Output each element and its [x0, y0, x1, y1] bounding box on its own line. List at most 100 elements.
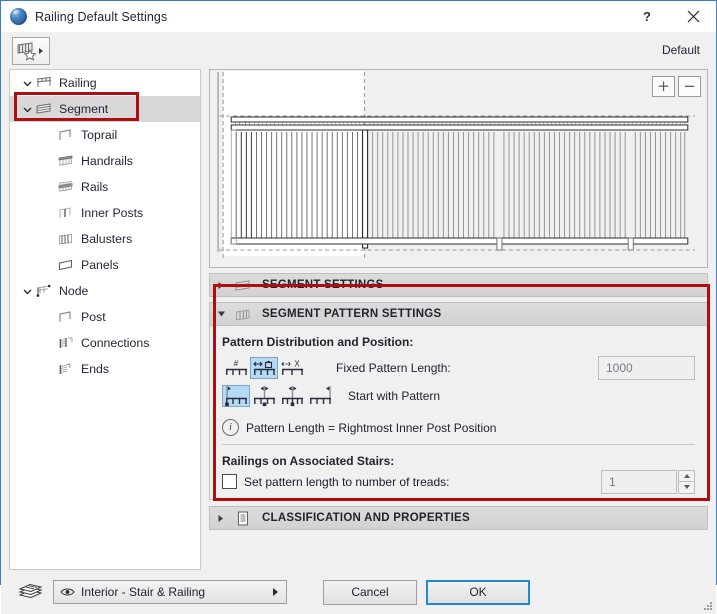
sidebar-item-ends[interactable]: Ends	[10, 356, 200, 382]
railing-preview-drawing	[210, 70, 707, 267]
segment-icon	[34, 99, 54, 119]
dialog-body: Railing Segment	[1, 69, 716, 570]
ends-icon	[56, 359, 76, 379]
zoom-in-button[interactable]: +	[652, 76, 675, 97]
railing-icon	[34, 73, 54, 93]
default-label: Default	[662, 43, 700, 57]
caret-right-icon[interactable]	[273, 588, 278, 596]
pattern-length-info: i Pattern Length = Rightmost Inner Post …	[222, 410, 695, 444]
section-segment-settings[interactable]: SEGMENT SETTINGS	[209, 273, 708, 297]
treads-value: 1	[609, 475, 616, 489]
sidebar-item-balusters[interactable]: Balusters	[10, 226, 200, 252]
balusters-icon	[56, 229, 76, 249]
sidebar-item-connections[interactable]: Connections	[10, 330, 200, 356]
railing-app-icon	[10, 8, 27, 25]
help-button[interactable]: ?	[624, 1, 670, 32]
chevron-down-icon[interactable]	[20, 96, 34, 122]
section-segment-pattern-settings[interactable]: SEGMENT PATTERN SETTINGS	[209, 302, 708, 326]
chevron-right-icon[interactable]	[210, 514, 232, 523]
fixed-pattern-length-input[interactable]: 1000	[598, 356, 695, 380]
start-with-pattern-label: Start with Pattern	[348, 389, 440, 403]
distribution-row: #	[222, 355, 695, 381]
fixed-pattern-length-value: 1000	[606, 361, 633, 375]
sidebar-item-railing[interactable]: Railing	[10, 70, 200, 96]
title-bar: Railing Default Settings ?	[1, 1, 716, 32]
stepper-up-button[interactable]	[678, 470, 695, 483]
section-title: CLASSIFICATION AND PROPERTIES	[262, 512, 470, 524]
pattern-position-button-group	[222, 385, 334, 407]
treads-spin-buttons[interactable]	[678, 470, 695, 494]
sidebar-item-label: Panels	[81, 258, 119, 272]
sidebar-item-node[interactable]: Node	[10, 278, 200, 304]
sidebar-item-toprail[interactable]: Toprail	[10, 122, 200, 148]
railing-preview[interactable]: + −	[209, 69, 708, 268]
pattern-position-row: Start with Pattern	[222, 381, 695, 410]
sidebar-item-panels[interactable]: Panels	[10, 252, 200, 278]
treads-checkbox-row[interactable]: Set pattern length to number of treads: …	[222, 474, 695, 499]
stepper-down-button[interactable]	[678, 482, 695, 494]
treads-checkbox[interactable]	[222, 474, 237, 489]
sidebar-item-handrails[interactable]: Handrails	[10, 148, 200, 174]
plus-icon: +	[657, 79, 670, 94]
end-with-pattern-icon[interactable]	[306, 385, 334, 407]
rails-icon	[56, 177, 76, 197]
chevron-down-icon[interactable]	[20, 278, 34, 304]
chevron-right-icon[interactable]	[210, 281, 232, 290]
distribute-by-spacing-icon[interactable]: X	[278, 357, 306, 379]
toolbar: Default	[1, 32, 716, 69]
zoom-out-button[interactable]: −	[678, 76, 701, 97]
triangle-down-icon	[684, 485, 690, 489]
document-icon	[232, 509, 254, 527]
start-with-pattern-icon[interactable]	[222, 385, 250, 407]
panels-icon	[56, 255, 76, 275]
sidebar-item-label: Connections	[81, 336, 149, 350]
pattern-length-info-text: Pattern Length = Rightmost Inner Post Po…	[246, 421, 496, 435]
pattern-panel-icon	[232, 305, 254, 323]
sidebar-item-label: Post	[81, 310, 106, 324]
close-button[interactable]	[670, 1, 716, 32]
treads-input[interactable]: 1	[601, 470, 677, 494]
ok-button[interactable]: OK	[426, 580, 530, 605]
treads-checkbox-label: Set pattern length to number of treads:	[244, 475, 449, 489]
sidebar-item-label: Handrails	[81, 154, 133, 168]
distribution-button-group: #	[222, 357, 306, 379]
fixed-pattern-length-label: Fixed Pattern Length:	[336, 361, 451, 375]
svg-text:X: X	[294, 359, 300, 368]
section-title: SEGMENT PATTERN SETTINGS	[262, 308, 441, 320]
settings-tree: Railing Segment	[9, 69, 201, 570]
sidebar-item-segment[interactable]: Segment	[10, 96, 200, 122]
chevron-down-icon[interactable]	[210, 310, 232, 318]
sidebar-item-inner-posts[interactable]: Inner Posts	[10, 200, 200, 226]
dialog-footer: Interior - Stair & Railing Cancel OK	[1, 570, 716, 614]
cancel-button[interactable]: Cancel	[323, 580, 417, 605]
handrails-icon	[56, 151, 76, 171]
chevron-down-icon[interactable]	[20, 70, 34, 96]
eye-icon	[60, 587, 75, 597]
sidebar-item-label: Segment	[59, 102, 108, 116]
fixed-pattern-length-icon[interactable]	[250, 357, 278, 379]
post-icon	[56, 307, 76, 327]
sidebar-item-rails[interactable]: Rails	[10, 174, 200, 200]
preview-zoom-controls: + −	[652, 76, 701, 97]
close-icon	[687, 10, 700, 23]
right-pane: + −	[209, 69, 708, 570]
resize-grip[interactable]	[703, 601, 713, 611]
distribute-pattern-icon[interactable]	[278, 385, 306, 407]
sidebar-item-post[interactable]: Post	[10, 304, 200, 330]
layer-combo[interactable]: Interior - Stair & Railing	[53, 580, 287, 604]
segment-panel-icon	[232, 276, 254, 294]
sidebar-item-label: Ends	[81, 362, 109, 376]
treads-stepper[interactable]: 1	[601, 470, 695, 494]
favorites-button[interactable]	[12, 37, 50, 65]
node-icon	[34, 281, 54, 301]
section-classification-and-properties[interactable]: CLASSIFICATION AND PROPERTIES	[209, 506, 708, 530]
toprail-icon	[56, 125, 76, 145]
pattern-distribution-label: Pattern Distribution and Position:	[222, 326, 695, 355]
distribute-by-number-icon[interactable]: #	[222, 357, 250, 379]
sidebar-item-label: Toprail	[81, 128, 117, 142]
layers-icon[interactable]	[17, 581, 45, 603]
center-pattern-icon[interactable]	[250, 385, 278, 407]
connections-icon	[56, 333, 76, 353]
layer-value: Interior - Stair & Railing	[81, 585, 205, 599]
railing-default-settings-window: Railing Default Settings ?	[0, 0, 717, 585]
